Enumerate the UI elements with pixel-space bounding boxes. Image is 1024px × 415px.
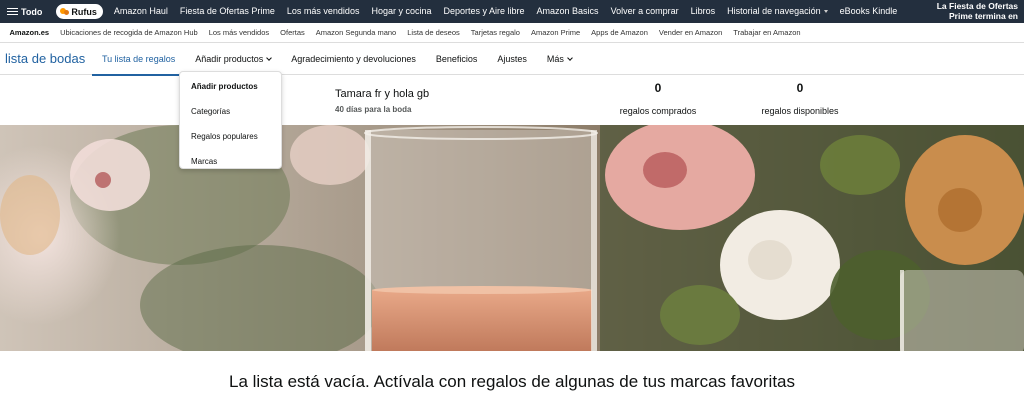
top-nav-bar: Todo Rufus Amazon Haul Fiesta de Ofertas… <box>0 0 1024 23</box>
tab-anadir-productos[interactable]: Añadir productos <box>185 43 281 75</box>
tab-beneficios[interactable]: Beneficios <box>426 43 488 75</box>
topnav-item-historial[interactable]: Historial de navegación <box>721 0 834 23</box>
dropdown-item-regalos-populares[interactable]: Regalos populares <box>180 124 281 149</box>
hero-image <box>0 125 1024 351</box>
subnav-apps[interactable]: Apps de Amazon <box>586 28 654 37</box>
empty-registry-message: La lista está vacía. Actívala con regalo… <box>228 372 796 391</box>
registry-nav: lista de bodas Tu lista de regalos Añadi… <box>0 43 1024 76</box>
couple-names: Tamara fr y hola gb <box>335 88 430 100</box>
topnav-item-volver-comprar[interactable]: Volver a comprar <box>605 0 685 23</box>
historial-label: Historial de navegación <box>727 6 821 16</box>
tab-mas-label: Más <box>546 53 564 64</box>
subnav-amazon-es[interactable]: Amazon.es <box>4 28 55 37</box>
prime-promo[interactable]: La Fiesta de Ofertas Prime termina en <box>937 1 1018 21</box>
hamburger-icon <box>7 7 18 16</box>
subnav-lista-deseos[interactable]: Lista de deseos <box>402 28 466 37</box>
registry-title[interactable]: lista de bodas <box>0 51 92 66</box>
subnav-vender[interactable]: Vender en Amazon <box>653 28 727 37</box>
topnav-item-amazon-haul[interactable]: Amazon Haul <box>108 0 174 23</box>
sub-nav-bar: Amazon.es Ubicaciones de recogida de Ama… <box>0 23 1024 43</box>
tab-mas[interactable]: Más <box>537 43 582 75</box>
subnav-amazon-prime[interactable]: Amazon Prime <box>525 28 585 37</box>
topnav-item-libros[interactable]: Libros <box>685 0 722 23</box>
all-menu-label: Todo <box>21 6 43 17</box>
promo-line-2: Prime termina en <box>949 11 1018 21</box>
tab-anadir-label: Añadir productos <box>195 53 264 64</box>
subnav-segunda-mano[interactable]: Amazon Segunda mano <box>310 28 401 37</box>
dropdown-item-marcas[interactable]: Marcas <box>180 149 281 174</box>
subnav-mas-vendidos[interactable]: Los más vendidos <box>203 28 274 37</box>
available-count: 0 <box>796 81 804 95</box>
purchased-count: 0 <box>654 81 662 95</box>
tab-agradecimiento[interactable]: Agradecimiento y devoluciones <box>281 43 426 75</box>
anadir-productos-dropdown: Añadir productos Categorías Regalos popu… <box>179 71 282 169</box>
all-menu-button[interactable]: Todo <box>0 0 50 23</box>
registry-info: Tamara fr y hola gb 40 días para la boda… <box>0 75 1024 125</box>
purchased-label: regalos comprados <box>619 106 697 116</box>
tab-ajustes[interactable]: Ajustes <box>487 43 537 75</box>
topnav-item-deportes[interactable]: Deportes y Aire libre <box>437 0 530 23</box>
dropdown-header: Añadir productos <box>191 82 258 91</box>
topnav-item-fiesta-ofertas-prime[interactable]: Fiesta de Ofertas Prime <box>174 0 281 23</box>
topnav-item-mas-vendidos[interactable]: Los más vendidos <box>281 0 366 23</box>
available-label: regalos disponibles <box>761 106 839 116</box>
rufus-label: Rufus <box>71 6 97 17</box>
subnav-ofertas[interactable]: Ofertas <box>275 28 311 37</box>
subnav-tarjetas-regalo[interactable]: Tarjetas regalo <box>465 28 525 37</box>
topnav-item-amazon-basics[interactable]: Amazon Basics <box>531 0 605 23</box>
tab-tu-lista[interactable]: Tu lista de regalos <box>92 43 186 76</box>
topnav-item-hogar-cocina[interactable]: Hogar y cocina <box>365 0 437 23</box>
promo-line-1: La Fiesta de Ofertas <box>936 1 1018 11</box>
rufus-icon <box>60 7 70 16</box>
rufus-button[interactable]: Rufus <box>56 4 103 19</box>
subnav-amazon-hub[interactable]: Ubicaciones de recogida de Amazon Hub <box>55 28 204 37</box>
dropdown-item-categorias[interactable]: Categorías <box>180 99 281 124</box>
topnav-item-ebooks-kindle[interactable]: eBooks Kindle <box>834 0 904 23</box>
hero-banner <box>0 125 1024 351</box>
chevron-down-icon <box>266 54 273 61</box>
caret-down-icon <box>823 10 828 14</box>
chevron-down-icon <box>567 54 573 61</box>
days-until-wedding: 40 días para la boda <box>335 105 412 114</box>
subnav-trabajar[interactable]: Trabajar en Amazon <box>728 28 806 37</box>
